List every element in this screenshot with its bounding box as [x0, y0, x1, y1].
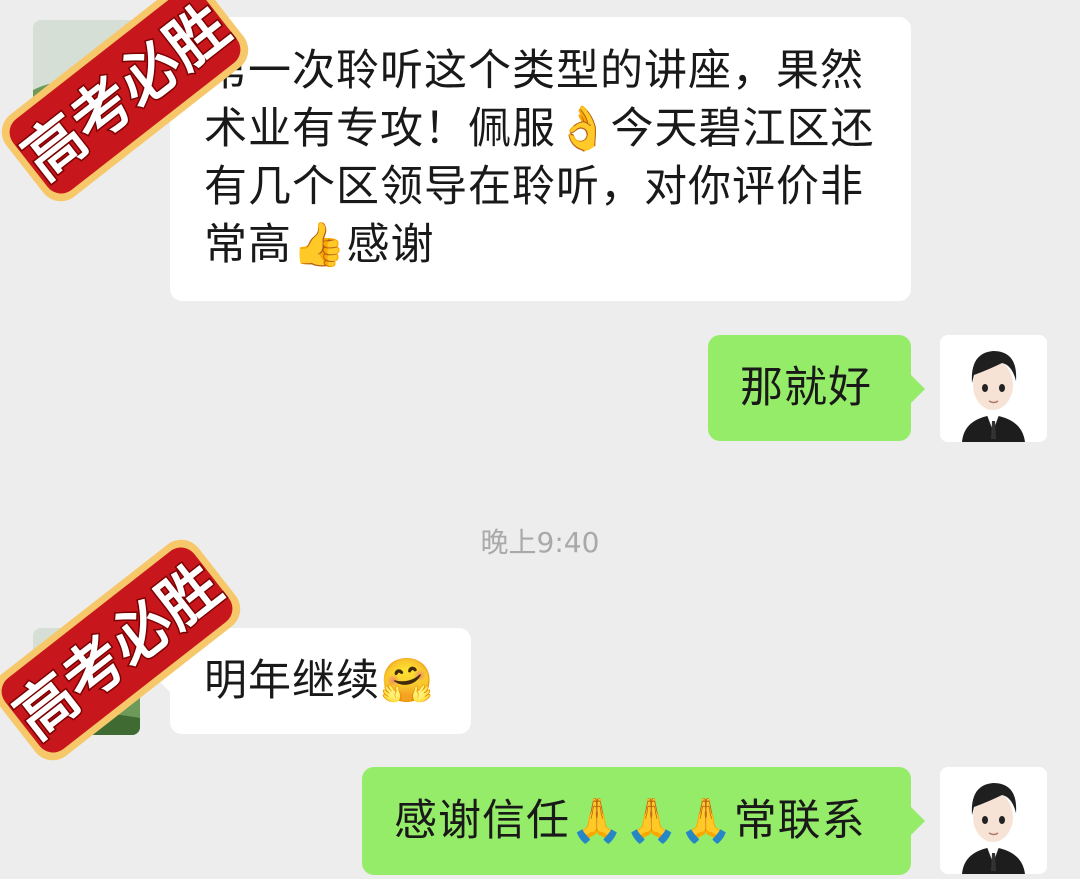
self-avatar[interactable]	[940, 335, 1047, 442]
message-bubble-outgoing[interactable]: 那就好	[708, 335, 925, 441]
cartoon-man-avatar-icon	[940, 767, 1047, 874]
message-text: 第一次聆听这个类型的讲座，果然 术业有专攻！佩服👌今天碧江区还 有几个区领导在聆…	[204, 46, 875, 270]
cartoon-man-avatar-icon	[940, 335, 1047, 442]
message-bubble-outgoing[interactable]: 感谢信任🙏🙏🙏常联系	[362, 767, 925, 875]
message-text: 感谢信任🙏🙏🙏常联系	[394, 796, 866, 846]
message-text: 那就好	[740, 363, 872, 413]
message-bubble-incoming[interactable]: 第一次聆听这个类型的讲座，果然 术业有专攻！佩服👌今天碧江区还 有几个区领导在聆…	[156, 17, 911, 301]
self-avatar[interactable]	[940, 767, 1047, 874]
message-text: 明年继续🤗	[204, 656, 435, 706]
